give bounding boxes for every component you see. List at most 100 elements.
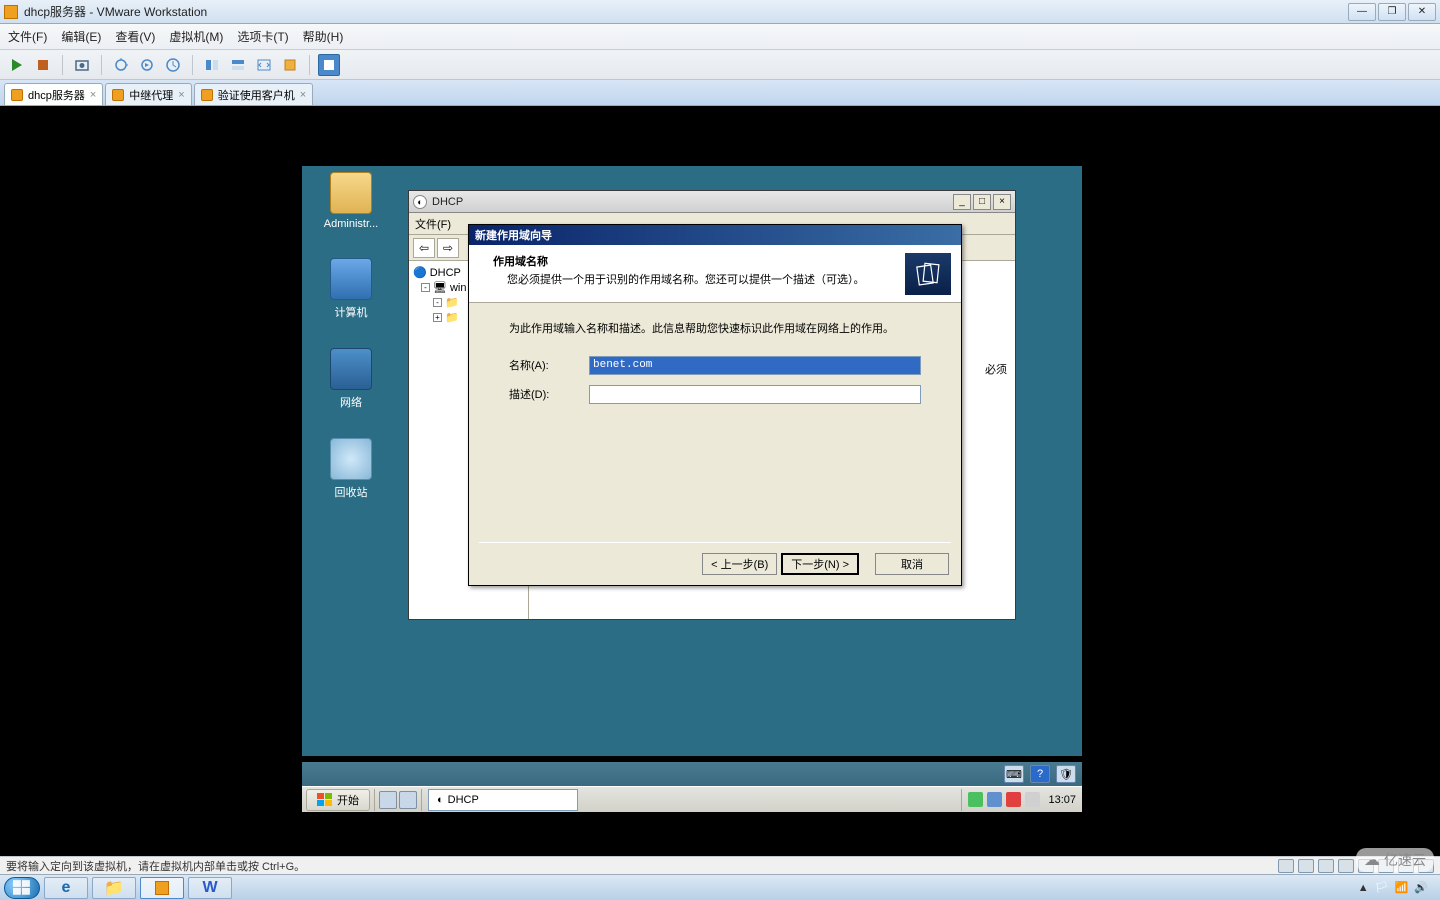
host-task-ie[interactable]: e — [44, 877, 88, 899]
close-button[interactable]: ✕ — [1408, 3, 1436, 21]
tray-icon-1[interactable] — [968, 792, 983, 807]
expand-icon[interactable]: + — [433, 313, 442, 322]
network-icon — [330, 348, 372, 390]
mmc-menu-file[interactable]: 文件(F) — [415, 216, 451, 232]
scope-name-input[interactable] — [589, 356, 921, 375]
recycle-icon — [330, 438, 372, 480]
cancel-button[interactable]: 取消 — [875, 553, 949, 575]
forward-button[interactable]: ⇨ — [437, 238, 459, 258]
vmware-toolbar — [0, 50, 1440, 80]
maximize-button[interactable]: ❐ — [1378, 3, 1406, 21]
host-task-explorer[interactable]: 📁 — [92, 877, 136, 899]
desktop-icon-computer[interactable]: 计算机 — [306, 258, 396, 320]
start-button[interactable]: 开始 — [306, 789, 370, 811]
snapshot-take-icon[interactable] — [110, 54, 132, 76]
desktop-icon-network[interactable]: 网络 — [306, 348, 396, 410]
snapshot-manager-icon[interactable] — [162, 54, 184, 76]
menu-help[interactable]: 帮助(H) — [303, 28, 344, 45]
scope-desc-input[interactable] — [589, 385, 921, 404]
snapshot-icon[interactable] — [71, 54, 93, 76]
tray-shield-icon[interactable] — [1006, 792, 1021, 807]
security-icon[interactable]: 🛡 — [1056, 765, 1076, 783]
tray-network-icon[interactable] — [1025, 792, 1040, 807]
host-task-word[interactable]: W — [188, 877, 232, 899]
menu-vm[interactable]: 虚拟机(M) — [169, 28, 223, 45]
mmc-maximize-button[interactable]: □ — [973, 194, 991, 210]
status-cd-icon[interactable] — [1298, 859, 1314, 873]
taskbar-app-dhcp[interactable]: ◐DHCP — [428, 789, 578, 811]
mmc-minimize-button[interactable]: _ — [953, 194, 971, 210]
tab-label: 中继代理 — [129, 87, 173, 103]
help-icon[interactable]: ? — [1030, 765, 1050, 783]
task-label: DHCP — [448, 794, 479, 806]
tab-client[interactable]: 验证使用客户机 × — [194, 83, 313, 105]
tab-close-icon[interactable]: × — [90, 89, 96, 101]
ql-item-1[interactable] — [379, 791, 397, 809]
snapshot-revert-icon[interactable] — [136, 54, 158, 76]
wizard-body: 为此作用域输入名称和描述。此信息帮助您快速标识此作用域在网络上的作用。 名称(A… — [469, 303, 961, 432]
host-task-vmware[interactable] — [140, 877, 184, 899]
desktop-icon-recycle[interactable]: 回收站 — [306, 438, 396, 500]
collapse-icon[interactable]: - — [433, 298, 442, 307]
guest-display[interactable]: Administr... 计算机 网络 回收站 ◐ DHCP _ □ × 文件(… — [0, 106, 1440, 856]
tab-close-icon[interactable]: × — [178, 89, 184, 101]
tab-icon — [112, 89, 124, 101]
power-on-icon[interactable] — [6, 54, 28, 76]
windows-flag-icon — [317, 793, 333, 807]
host-tray-volume-icon[interactable]: 🔊 — [1414, 881, 1428, 894]
vmware-menubar: 文件(F) 编辑(E) 查看(V) 虚拟机(M) 选项卡(T) 帮助(H) — [0, 24, 1440, 50]
menu-edit[interactable]: 编辑(E) — [61, 28, 101, 45]
wizard-titlebar[interactable]: 新建作用域向导 — [469, 225, 961, 245]
tab-close-icon[interactable]: × — [300, 89, 306, 101]
ql-item-2[interactable] — [399, 791, 417, 809]
tab-relay-agent[interactable]: 中继代理 × — [105, 83, 191, 105]
separator — [479, 542, 951, 543]
content-text: 必须 — [985, 361, 1007, 377]
host-tray-up-icon[interactable]: ▲ — [1358, 882, 1369, 894]
icon-label: Administr... — [306, 218, 396, 230]
mmc-titlebar[interactable]: ◐ DHCP _ □ × — [409, 191, 1015, 213]
vmware-title: dhcp服务器 - VMware Workstation — [24, 3, 1348, 20]
vmware-statusbar: 要将输入定向到该虚拟机，请在虚拟机内部单击或按 Ctrl+G。 — [0, 856, 1440, 874]
status-disk-icon[interactable] — [1278, 859, 1294, 873]
view-unity-icon[interactable] — [279, 54, 301, 76]
wizard-header-title: 作用域名称 — [493, 253, 905, 269]
tray-clock[interactable]: 13:07 — [1048, 794, 1076, 806]
tab-icon — [11, 89, 23, 101]
view-stretch-icon[interactable] — [253, 54, 275, 76]
tray-icon-2[interactable] — [987, 792, 1002, 807]
devices-icon[interactable]: ⌨ — [1004, 765, 1024, 783]
wizard-header-desc: 您必须提供一个用于识别的作用域名称。您还可以提供一个描述（可选）。 — [507, 271, 905, 287]
system-tray: 13:07 — [961, 789, 1082, 811]
mmc-close-button[interactable]: × — [993, 194, 1011, 210]
menu-file[interactable]: 文件(F) — [8, 28, 47, 45]
back-button[interactable]: < 上一步(B) — [702, 553, 777, 575]
tab-icon — [201, 89, 213, 101]
desc-label: 描述(D): — [509, 386, 589, 402]
host-tray-network-icon[interactable]: 📶 — [1395, 881, 1409, 894]
tree-label: DHCP — [430, 267, 461, 279]
power-menu-icon[interactable] — [32, 54, 54, 76]
host-tray-flag-icon[interactable]: 🏳 — [1375, 881, 1389, 894]
status-text: 要将输入定向到该虚拟机，请在虚拟机内部单击或按 Ctrl+G。 — [6, 858, 305, 874]
back-button[interactable]: ⇦ — [413, 238, 435, 258]
tab-label: 验证使用客户机 — [218, 87, 295, 103]
next-button[interactable]: 下一步(N) > — [781, 553, 859, 575]
tab-dhcp-server[interactable]: dhcp服务器× — [4, 83, 103, 105]
status-network-icon[interactable] — [1338, 859, 1354, 873]
host-start-button[interactable] — [4, 877, 40, 899]
status-floppy-icon[interactable] — [1318, 859, 1334, 873]
desktop-icon-admin[interactable]: Administr... — [306, 172, 396, 230]
wizard-header-icon — [905, 253, 951, 295]
menu-tabs[interactable]: 选项卡(T) — [237, 28, 288, 45]
view-console-icon[interactable] — [201, 54, 223, 76]
icon-label: 计算机 — [306, 304, 396, 320]
new-scope-wizard[interactable]: 新建作用域向导 作用域名称 您必须提供一个用于识别的作用域名称。您还可以提供一个… — [468, 224, 962, 586]
quick-launch — [374, 789, 422, 811]
menu-view[interactable]: 查看(V) — [115, 28, 155, 45]
fullscreen-icon[interactable] — [318, 54, 340, 76]
collapse-icon[interactable]: - — [421, 283, 430, 292]
minimize-button[interactable]: — — [1348, 3, 1376, 21]
view-thumbnail-icon[interactable] — [227, 54, 249, 76]
folder-icon — [330, 172, 372, 214]
